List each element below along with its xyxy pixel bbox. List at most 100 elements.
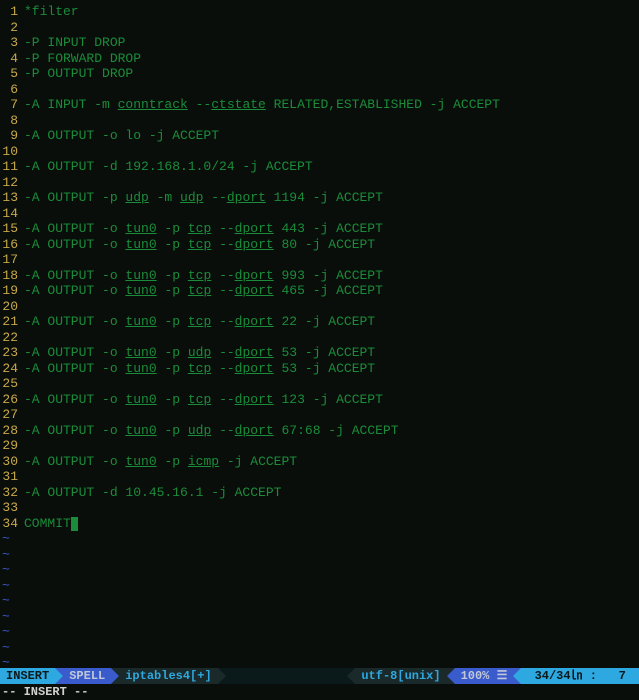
line-content: -P INPUT DROP	[24, 35, 125, 51]
separator-icon	[55, 668, 63, 684]
separator-icon	[111, 668, 119, 684]
separator-icon	[347, 668, 355, 684]
code-line[interactable]: 6	[0, 82, 639, 98]
code-line[interactable]: 21-A OUTPUT -o tun0 -p tcp --dport 22 -j…	[0, 314, 639, 330]
line-number: 19	[0, 283, 24, 299]
code-line[interactable]: 29	[0, 438, 639, 454]
line-number: 15	[0, 221, 24, 237]
code-line[interactable]: 13-A OUTPUT -p udp -m udp --dport 1194 -…	[0, 190, 639, 206]
line-content: -A OUTPUT -o tun0 -p tcp --dport 443 -j …	[24, 221, 383, 237]
code-line[interactable]: 24-A OUTPUT -o tun0 -p tcp --dport 53 -j…	[0, 361, 639, 377]
status-line: INSERT SPELL iptables4[+] utf-8[unix] 10…	[0, 668, 639, 684]
encoding-segment: utf-8[unix]	[355, 668, 446, 684]
code-line[interactable]: 22	[0, 330, 639, 346]
code-line[interactable]: 14	[0, 206, 639, 222]
line-number: 29	[0, 438, 24, 454]
code-line[interactable]: 2	[0, 20, 639, 36]
code-line[interactable]: 17	[0, 252, 639, 268]
line-number: 23	[0, 345, 24, 361]
line-content: -P OUTPUT DROP	[24, 66, 133, 82]
line-number: 16	[0, 237, 24, 253]
command-line: -- INSERT --	[0, 684, 639, 700]
code-line[interactable]: 28-A OUTPUT -o tun0 -p udp --dport 67:68…	[0, 423, 639, 439]
empty-line-marker: ~	[0, 640, 639, 656]
code-line[interactable]: 8	[0, 113, 639, 129]
line-content: -A OUTPUT -d 10.45.16.1 -j ACCEPT	[24, 485, 281, 501]
code-line[interactable]: 4-P FORWARD DROP	[0, 51, 639, 67]
line-number: 14	[0, 206, 24, 222]
line-number: 6	[0, 82, 24, 98]
status-filler	[226, 668, 348, 684]
line-content: -A OUTPUT -o tun0 -p tcp --dport 993 -j …	[24, 268, 383, 284]
line-content: -A OUTPUT -o tun0 -p udp --dport 67:68 -…	[24, 423, 399, 439]
line-content: -A OUTPUT -o tun0 -p udp --dport 53 -j A…	[24, 345, 375, 361]
cursor	[71, 517, 78, 531]
line-number: 1	[0, 4, 24, 20]
code-line[interactable]: 12	[0, 175, 639, 191]
line-number: 3	[0, 35, 24, 51]
line-number: 33	[0, 500, 24, 516]
code-line[interactable]: 20	[0, 299, 639, 315]
filename-segment: iptables4[+]	[119, 668, 217, 684]
line-number: 21	[0, 314, 24, 330]
code-line[interactable]: 27	[0, 407, 639, 423]
line-number: 18	[0, 268, 24, 284]
line-number: 32	[0, 485, 24, 501]
separator-icon	[447, 668, 455, 684]
code-line[interactable]: 19-A OUTPUT -o tun0 -p tcp --dport 465 -…	[0, 283, 639, 299]
line-content: -A OUTPUT -o lo -j ACCEPT	[24, 128, 219, 144]
code-line[interactable]: 18-A OUTPUT -o tun0 -p tcp --dport 993 -…	[0, 268, 639, 284]
code-line[interactable]: 32-A OUTPUT -d 10.45.16.1 -j ACCEPT	[0, 485, 639, 501]
line-content: COMMIT	[24, 516, 78, 532]
code-line[interactable]: 33	[0, 500, 639, 516]
line-content: -A OUTPUT -o tun0 -p tcp --dport 53 -j A…	[24, 361, 375, 377]
line-number: 12	[0, 175, 24, 191]
code-line[interactable]: 1*filter	[0, 4, 639, 20]
empty-line-marker: ~	[0, 531, 639, 547]
line-content: -A OUTPUT -o tun0 -p tcp --dport 22 -j A…	[24, 314, 375, 330]
code-line[interactable]: 9-A OUTPUT -o lo -j ACCEPT	[0, 128, 639, 144]
mode-segment: INSERT	[0, 668, 55, 684]
code-line[interactable]: 5-P OUTPUT DROP	[0, 66, 639, 82]
code-line[interactable]: 11-A OUTPUT -d 192.168.1.0/24 -j ACCEPT	[0, 159, 639, 175]
editor-buffer[interactable]: 1*filter23-P INPUT DROP4-P FORWARD DROP5…	[0, 0, 639, 668]
line-content: -A OUTPUT -o tun0 -p icmp -j ACCEPT	[24, 454, 297, 470]
line-number: 30	[0, 454, 24, 470]
line-number: 4	[0, 51, 24, 67]
code-line[interactable]: 34COMMIT	[0, 516, 639, 532]
line-number: 5	[0, 66, 24, 82]
empty-line-marker: ~	[0, 562, 639, 578]
separator-icon	[513, 668, 521, 684]
line-number: 20	[0, 299, 24, 315]
empty-line-marker: ~	[0, 655, 639, 668]
percent-segment: 100% ☰	[455, 668, 514, 684]
line-number: 8	[0, 113, 24, 129]
line-content: -A INPUT -m conntrack --ctstate RELATED,…	[24, 97, 500, 113]
code-line[interactable]: 23-A OUTPUT -o tun0 -p udp --dport 53 -j…	[0, 345, 639, 361]
line-number: 17	[0, 252, 24, 268]
line-number: 9	[0, 128, 24, 144]
code-line[interactable]: 26-A OUTPUT -o tun0 -p tcp --dport 123 -…	[0, 392, 639, 408]
code-line[interactable]: 31	[0, 469, 639, 485]
line-number: 28	[0, 423, 24, 439]
line-number: 10	[0, 144, 24, 160]
line-content: *filter	[24, 4, 79, 20]
line-number: 31	[0, 469, 24, 485]
code-line[interactable]: 15-A OUTPUT -o tun0 -p tcp --dport 443 -…	[0, 221, 639, 237]
line-content: -P FORWARD DROP	[24, 51, 141, 67]
empty-line-marker: ~	[0, 624, 639, 640]
code-line[interactable]: 7-A INPUT -m conntrack --ctstate RELATED…	[0, 97, 639, 113]
line-number: 27	[0, 407, 24, 423]
line-content: -A OUTPUT -p udp -m udp --dport 1194 -j …	[24, 190, 383, 206]
line-number: 34	[0, 516, 24, 532]
empty-line-marker: ~	[0, 578, 639, 594]
code-line[interactable]: 3-P INPUT DROP	[0, 35, 639, 51]
separator-icon	[218, 668, 226, 684]
line-number: 13	[0, 190, 24, 206]
code-line[interactable]: 25	[0, 376, 639, 392]
code-line[interactable]: 30-A OUTPUT -o tun0 -p icmp -j ACCEPT	[0, 454, 639, 470]
line-number: 7	[0, 97, 24, 113]
code-line[interactable]: 16-A OUTPUT -o tun0 -p tcp --dport 80 -j…	[0, 237, 639, 253]
line-number: 2	[0, 20, 24, 36]
code-line[interactable]: 10	[0, 144, 639, 160]
